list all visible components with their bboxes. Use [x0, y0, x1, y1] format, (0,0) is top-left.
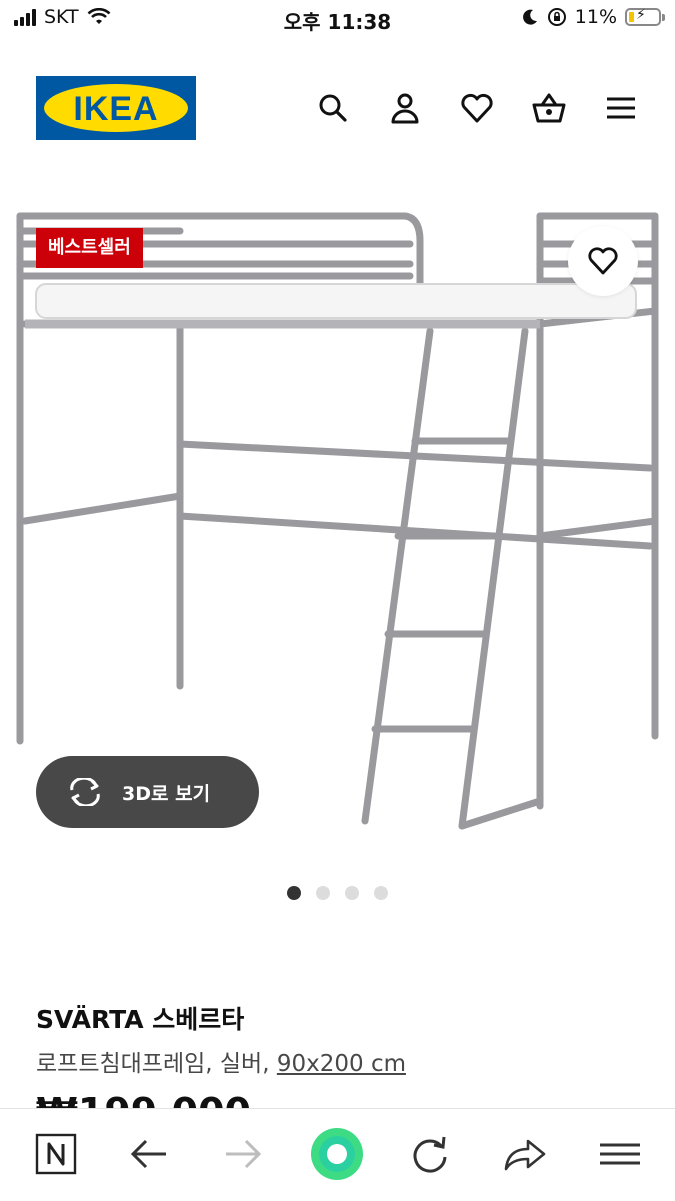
- product-description: 로프트침대프레임, 실버, 90x200 cm: [36, 1044, 406, 1078]
- user-icon[interactable]: [387, 90, 423, 126]
- heart-outline-icon: [588, 247, 618, 275]
- rotation-lock-icon: [547, 8, 566, 26]
- forward-arrow-icon[interactable]: [222, 1131, 264, 1177]
- logo-text: IKEA: [73, 90, 159, 128]
- moon-icon: [522, 9, 537, 25]
- pager-dot-1[interactable]: [287, 886, 301, 900]
- menu-icon[interactable]: [603, 90, 639, 126]
- battery-percent: 11%: [574, 6, 617, 28]
- pager-dot-4[interactable]: [374, 886, 388, 900]
- pager-dot-3[interactable]: [345, 886, 359, 900]
- basket-icon[interactable]: [531, 90, 567, 126]
- naver-icon[interactable]: [35, 1131, 77, 1177]
- reload-icon[interactable]: [408, 1131, 452, 1177]
- favorite-button[interactable]: [568, 226, 638, 296]
- pager-dot-2[interactable]: [316, 886, 330, 900]
- status-right: 11% ⚡: [521, 6, 665, 28]
- browser-toolbar: [0, 1108, 675, 1201]
- view-3d-button[interactable]: 3D로 보기: [36, 756, 259, 828]
- product-type: 로프트침대프레임, 실버,: [36, 1051, 277, 1077]
- search-icon[interactable]: [315, 90, 351, 126]
- bestseller-badge: 베스트셀러: [36, 228, 143, 268]
- status-bar: SKT 오후 11:38 11% ⚡: [0, 0, 675, 40]
- green-home-icon[interactable]: [310, 1127, 364, 1181]
- heart-icon[interactable]: [459, 90, 495, 126]
- share-icon[interactable]: [502, 1131, 548, 1177]
- menu-lines-icon[interactable]: [598, 1131, 642, 1177]
- ikea-logo[interactable]: IKEA: [36, 76, 196, 140]
- product-name: SVÄRTA 스베르타: [36, 1005, 245, 1034]
- view-3d-label: 3D로 보기: [122, 783, 211, 805]
- product-size-link[interactable]: 90x200 cm: [277, 1051, 406, 1077]
- rotate-3d-icon: [70, 778, 100, 806]
- site-header: IKEA: [0, 60, 675, 156]
- back-arrow-icon[interactable]: [128, 1131, 170, 1177]
- battery-icon: ⚡: [625, 7, 665, 26]
- image-pager: [287, 886, 388, 900]
